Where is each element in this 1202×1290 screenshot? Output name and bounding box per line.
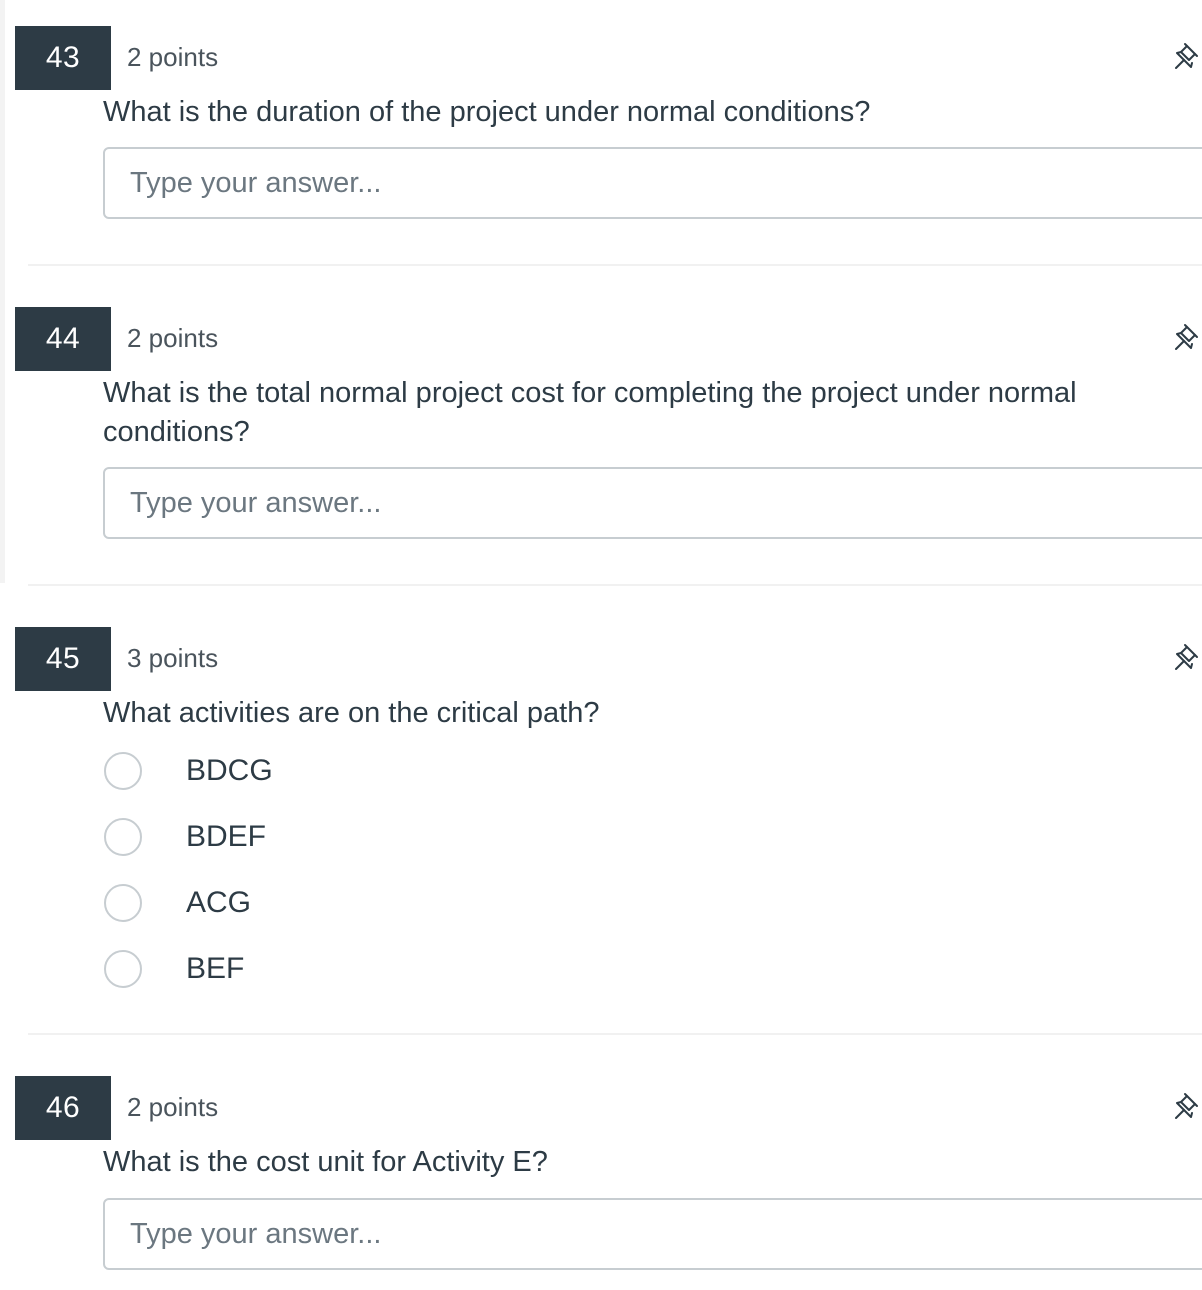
- pin-icon[interactable]: [1170, 319, 1202, 355]
- question-points: 2 points: [127, 323, 219, 353]
- option-label: BDEF: [186, 820, 267, 853]
- pin-icon[interactable]: [1170, 639, 1202, 675]
- answer-input[interactable]: [103, 1198, 1202, 1270]
- question-number-badge: 43: [15, 26, 111, 90]
- answer-option[interactable]: BEF: [104, 950, 704, 994]
- question-number-badge: 46: [15, 1076, 111, 1140]
- question-number-badge: 44: [15, 307, 111, 371]
- option-label: BDCG: [186, 754, 273, 787]
- answer-input[interactable]: [103, 467, 1202, 539]
- option-label: ACG: [186, 886, 252, 919]
- answer-option[interactable]: BDEF: [104, 818, 704, 862]
- question-divider: [28, 264, 1202, 266]
- question-points: 3 points: [127, 643, 219, 673]
- radio-button[interactable]: [104, 950, 142, 988]
- question-points: 2 points: [127, 1092, 219, 1122]
- radio-button[interactable]: [104, 752, 142, 790]
- question-divider: [28, 1033, 1202, 1035]
- answer-input[interactable]: [103, 147, 1202, 219]
- left-accent-rule: [0, 0, 5, 583]
- pin-icon[interactable]: [1170, 38, 1202, 74]
- radio-button[interactable]: [104, 884, 142, 922]
- question-divider: [28, 584, 1202, 586]
- radio-button[interactable]: [104, 818, 142, 856]
- question-number-badge: 45: [15, 627, 111, 691]
- question-text: What is the duration of the project unde…: [103, 96, 871, 128]
- answer-option[interactable]: BDCG: [104, 752, 704, 796]
- answer-option[interactable]: ACG: [104, 884, 704, 928]
- option-label: BEF: [186, 952, 245, 985]
- question-text: What is the cost unit for Activity E?: [103, 1146, 548, 1178]
- quiz-page: 43 2 points What is the duration of the …: [0, 0, 1202, 1290]
- question-points: 2 points: [127, 42, 219, 72]
- question-text: What activities are on the critical path…: [103, 697, 600, 729]
- question-text: What is the total normal project cost fo…: [103, 377, 1077, 448]
- pin-icon[interactable]: [1170, 1088, 1202, 1124]
